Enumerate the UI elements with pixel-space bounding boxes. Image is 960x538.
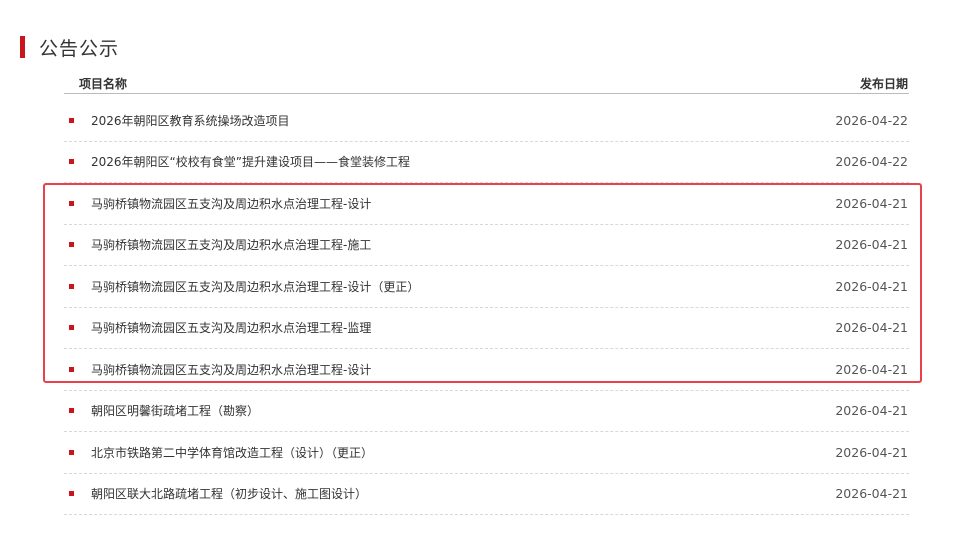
- item-title-link[interactable]: 朝阳区明馨街疏堵工程（勘察）: [91, 402, 259, 419]
- item-date: 2026-04-21: [835, 361, 908, 377]
- bullet-icon: [69, 366, 74, 372]
- item-title-link[interactable]: 马驹桥镇物流园区五支沟及周边积水点治理工程-监理: [91, 319, 371, 336]
- list-item[interactable]: 马驹桥镇物流园区五支沟及周边积水点治理工程-施工 2026-04-21: [64, 225, 909, 266]
- item-title-link[interactable]: 马驹桥镇物流园区五支沟及周边积水点治理工程-设计: [91, 195, 371, 212]
- item-date: 2026-04-21: [835, 486, 908, 502]
- item-date: 2026-04-22: [835, 154, 908, 170]
- section-title: 公告公示: [39, 37, 120, 60]
- item-title-link[interactable]: 马驹桥镇物流园区五支沟及周边积水点治理工程-设计: [91, 361, 371, 378]
- bullet-icon: [69, 408, 74, 414]
- bullet-icon: [69, 325, 74, 331]
- column-header-date: 发布日期: [859, 77, 908, 91]
- bullet-icon: [69, 242, 74, 248]
- list-header: 项目名称 发布日期: [64, 74, 909, 94]
- list-item[interactable]: 马驹桥镇物流园区五支沟及周边积水点治理工程-设计 2026-04-21: [64, 183, 909, 225]
- list-item[interactable]: 2026年朝阳区“校校有食堂”提升建设项目——食堂装修工程 2026-04-22: [64, 142, 909, 183]
- list-item[interactable]: 马驹桥镇物流园区五支沟及周边积水点治理工程-监理 2026-04-21: [64, 308, 909, 349]
- item-title-link[interactable]: 马驹桥镇物流园区五支沟及周边积水点治理工程-施工: [91, 236, 371, 253]
- announcement-list: 2026年朝阳区教育系统操场改造项目 2026-04-22 2026年朝阳区“校…: [64, 100, 909, 515]
- list-item[interactable]: 2026年朝阳区教育系统操场改造项目 2026-04-22: [64, 100, 909, 142]
- list-item[interactable]: 朝阳区联大北路疏堵工程（初步设计、施工图设计） 2026-04-21: [64, 474, 909, 515]
- bullet-icon: [69, 283, 74, 289]
- item-date: 2026-04-21: [835, 444, 908, 460]
- item-date: 2026-04-21: [835, 278, 908, 294]
- item-title-link[interactable]: 2026年朝阳区教育系统操场改造项目: [91, 112, 290, 129]
- column-header-name: 项目名称: [79, 77, 128, 91]
- bullet-icon: [69, 449, 74, 455]
- item-title-link[interactable]: 马驹桥镇物流园区五支沟及周边积水点治理工程-设计（更正）: [91, 278, 419, 295]
- section-header: 公告公示: [20, 34, 119, 60]
- list-item[interactable]: 马驹桥镇物流园区五支沟及周边积水点治理工程-设计 2026-04-21: [64, 349, 909, 391]
- item-title-link[interactable]: 北京市铁路第二中学体育馆改造工程（设计）（更正）: [91, 444, 373, 461]
- item-date: 2026-04-21: [835, 195, 908, 211]
- item-date: 2026-04-21: [835, 320, 908, 336]
- item-date: 2026-04-21: [835, 403, 908, 419]
- bullet-icon: [69, 117, 74, 123]
- bullet-icon: [69, 159, 74, 165]
- list-item[interactable]: 马驹桥镇物流园区五支沟及周边积水点治理工程-设计（更正） 2026-04-21: [64, 266, 909, 308]
- item-date: 2026-04-22: [835, 112, 908, 128]
- bullet-icon: [69, 491, 74, 497]
- list-item[interactable]: 朝阳区明馨街疏堵工程（勘察） 2026-04-21: [64, 391, 909, 432]
- item-title-link[interactable]: 2026年朝阳区“校校有食堂”提升建设项目——食堂装修工程: [91, 153, 410, 170]
- bullet-icon: [69, 200, 74, 206]
- item-title-link[interactable]: 朝阳区联大北路疏堵工程（初步设计、施工图设计）: [91, 485, 367, 502]
- section-accent-bar: [20, 36, 25, 58]
- list-item[interactable]: 北京市铁路第二中学体育馆改造工程（设计）（更正） 2026-04-21: [64, 432, 909, 474]
- item-date: 2026-04-21: [835, 237, 908, 253]
